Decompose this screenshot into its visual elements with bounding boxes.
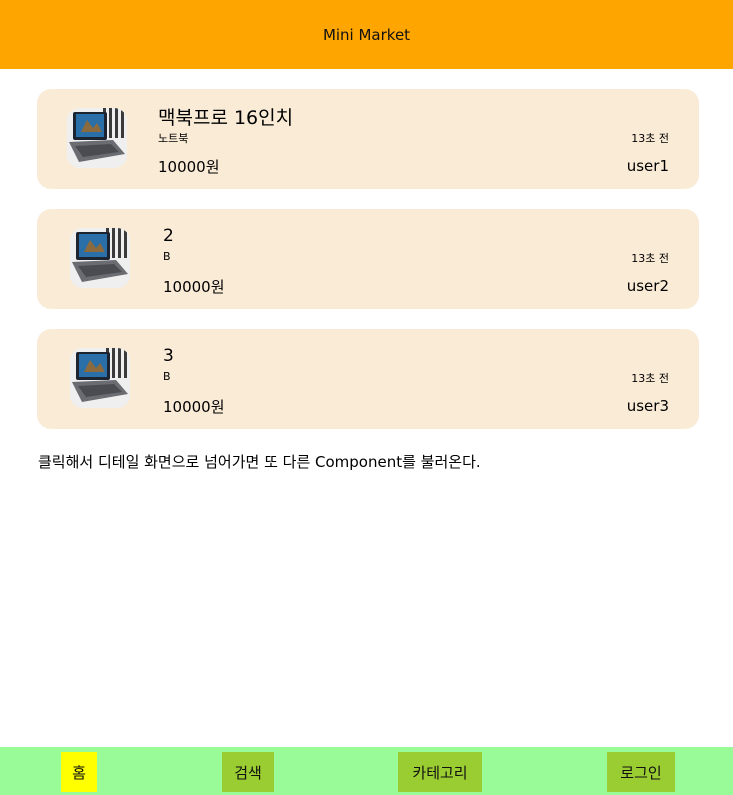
product-thumbnail — [70, 348, 130, 408]
product-thumbnail — [67, 108, 127, 168]
product-user: user1 — [626, 157, 669, 175]
product-title: 맥북프로 16인치 — [158, 107, 294, 129]
product-category: 노트북 — [158, 132, 189, 145]
product-time: 13초 전 — [631, 132, 669, 145]
bottom-nav: 홈 검색 카테고리 로그인 — [0, 747, 733, 795]
info-note: 클릭해서 디테일 화면으로 넘어가면 또 다른 Component를 불러온다. — [38, 453, 481, 471]
product-time: 13초 전 — [631, 372, 669, 385]
product-price: 10000원 — [158, 158, 220, 176]
nav-home-button[interactable]: 홈 — [61, 752, 97, 792]
app-header: Mini Market — [0, 0, 733, 69]
product-price: 10000원 — [163, 278, 225, 296]
product-title: 3 — [163, 346, 174, 366]
product-user: user3 — [626, 397, 669, 415]
nav-login-button[interactable]: 로그인 — [607, 752, 675, 792]
product-time: 13초 전 — [631, 252, 669, 265]
app-title: Mini Market — [322, 25, 411, 44]
nav-category-button[interactable]: 카테고리 — [398, 752, 482, 792]
product-user: user2 — [626, 277, 669, 295]
product-title: 2 — [163, 226, 174, 246]
product-card[interactable]: 3 B 10000원 13초 전 user3 — [37, 329, 699, 429]
nav-search-button[interactable]: 검색 — [222, 752, 274, 792]
product-price: 10000원 — [163, 398, 225, 416]
product-thumbnail — [70, 228, 130, 288]
product-category: B — [163, 250, 171, 263]
product-list: 맥북프로 16인치 노트북 10000원 13초 전 user1 2 B 100… — [37, 89, 699, 449]
product-card[interactable]: 2 B 10000원 13초 전 user2 — [37, 209, 699, 309]
product-category: B — [163, 370, 171, 383]
product-card[interactable]: 맥북프로 16인치 노트북 10000원 13초 전 user1 — [37, 89, 699, 189]
